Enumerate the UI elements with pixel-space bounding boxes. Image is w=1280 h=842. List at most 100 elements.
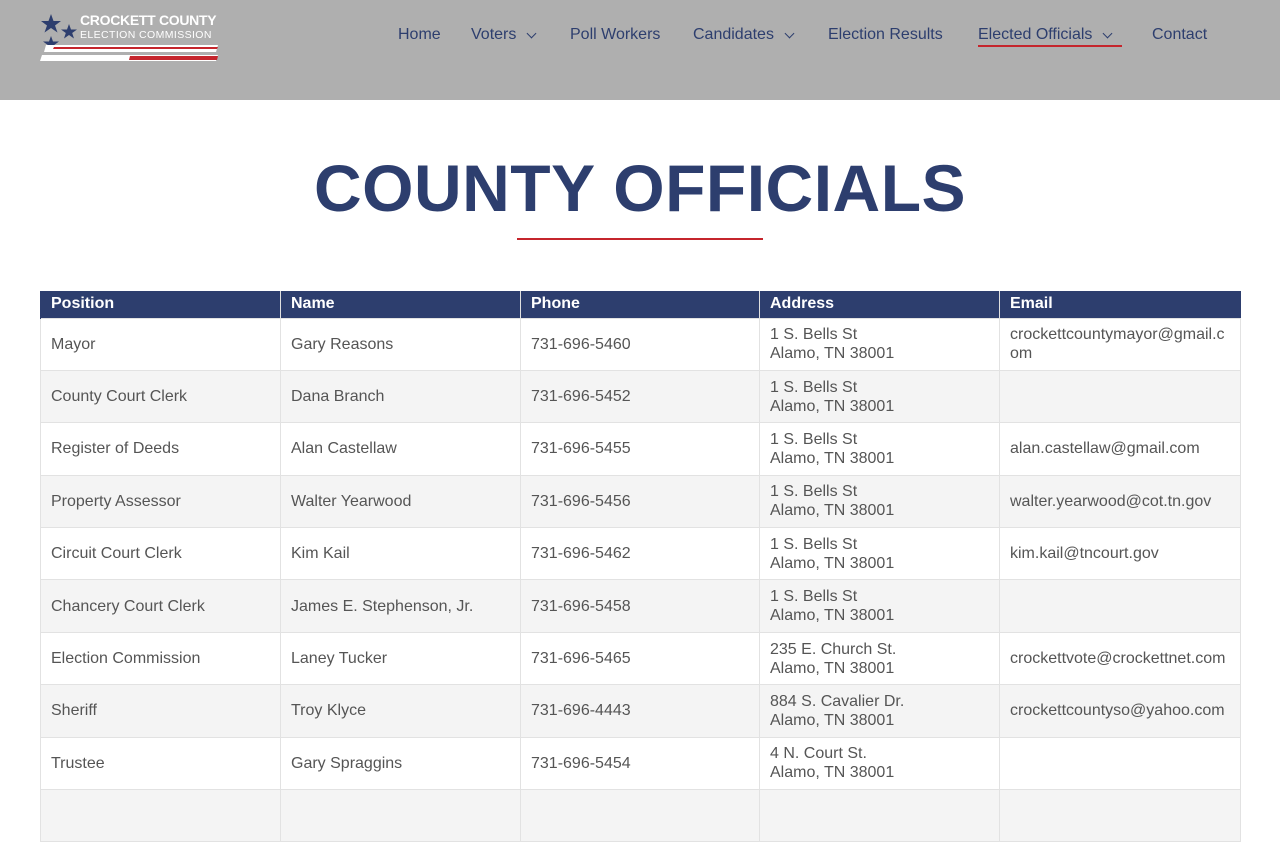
cell-name: Alan Castellaw <box>280 422 521 476</box>
cell-position: Chancery Court Clerk <box>40 579 281 633</box>
cell-phone: 731-696-5454 <box>520 736 760 791</box>
column-header-position: Position <box>40 291 281 318</box>
cell-position: Circuit Court Clerk <box>40 527 281 581</box>
table-header-row: Position Name Phone Address Email <box>40 291 1241 318</box>
table-row: Chancery Court Clerk James E. Stephenson… <box>40 579 1241 633</box>
cell-name: Gary Spraggins <box>280 736 521 791</box>
nav-label: Voters <box>471 26 517 43</box>
nav-label: Poll Workers <box>570 26 661 43</box>
address-city: Alamo, TN 38001 <box>770 449 895 467</box>
nav-candidates[interactable]: Candidates <box>693 22 795 48</box>
cell-position: Mayor <box>40 317 281 371</box>
table-row: Election Commission Laney Tucker 731-696… <box>40 631 1241 686</box>
cell-email: crockettcountymayor@gmail.com <box>999 317 1241 371</box>
nav-election-results[interactable]: Election Results <box>828 22 943 48</box>
cell-address: 1 S. Bells St Alamo, TN 38001 <box>759 317 1000 371</box>
address-street: 1 S. Bells St <box>770 483 858 501</box>
address-city: Alamo, TN 38001 <box>770 345 895 363</box>
title-divider <box>517 238 763 240</box>
cell-address: 1 S. Bells St Alamo, TN 38001 <box>759 369 1000 424</box>
cell-position: Property Assessor <box>40 474 281 529</box>
cell-name <box>280 789 521 842</box>
cell-position <box>40 789 281 842</box>
nav-label: Elected Officials <box>978 26 1093 43</box>
address-street: 1 S. Bells St <box>770 588 858 606</box>
cell-address: 4 N. Court St. Alamo, TN 38001 <box>759 736 1000 791</box>
address-city: Alamo, TN 38001 <box>770 711 895 729</box>
cell-phone: 731-696-5458 <box>520 579 760 633</box>
officials-table: Position Name Phone Address Email Mayor … <box>40 291 1241 842</box>
cell-email <box>999 736 1241 791</box>
cell-phone: 731-696-5465 <box>520 631 760 686</box>
cell-email <box>999 789 1241 842</box>
address-city: Alamo, TN 38001 <box>770 764 895 782</box>
table-row: Trustee Gary Spraggins 731-696-5454 4 N.… <box>40 736 1241 791</box>
cell-address: 235 E. Church St. Alamo, TN 38001 <box>759 631 1000 686</box>
address-street: 4 N. Court St. <box>770 745 867 763</box>
cell-email <box>999 369 1241 424</box>
site-header: CROCKETT COUNTY ELECTION COMMISSION Home… <box>0 0 1280 100</box>
page-title: COUNTY OFFICIALS <box>313 151 967 225</box>
cell-email: crockettcountyso@yahoo.com <box>999 684 1241 738</box>
nav-home[interactable]: Home <box>398 22 441 48</box>
address-street: 1 S. Bells St <box>770 430 858 448</box>
cell-phone: 731-696-5462 <box>520 527 760 581</box>
address-city: Alamo, TN 38001 <box>770 502 895 520</box>
table-row: Property Assessor Walter Yearwood 731-69… <box>40 474 1241 529</box>
cell-email: kim.kail@tncourt.gov <box>999 527 1241 581</box>
address-street: 1 S. Bells St <box>770 326 858 344</box>
column-header-phone: Phone <box>520 291 760 318</box>
nav-label: Election Results <box>828 26 943 43</box>
cell-name: Gary Reasons <box>280 317 521 371</box>
nav-label: Contact <box>1152 26 1208 43</box>
cell-position: Election Commission <box>40 631 281 686</box>
cell-name: James E. Stephenson, Jr. <box>280 579 521 633</box>
cell-address: 1 S. Bells St Alamo, TN 38001 <box>759 579 1000 633</box>
cell-phone <box>520 789 760 842</box>
cell-phone: 731-696-4443 <box>520 684 760 738</box>
address-city: Alamo, TN 38001 <box>770 397 895 415</box>
column-header-address: Address <box>759 291 1000 318</box>
address-street: 1 S. Bells St <box>770 535 858 553</box>
cell-phone: 731-696-5460 <box>520 317 760 371</box>
table-row: Mayor Gary Reasons 731-696-5460 1 S. Bel… <box>40 317 1241 371</box>
address-street: 235 E. Church St. <box>770 640 897 658</box>
table-row <box>40 789 1241 842</box>
address-city: Alamo, TN 38001 <box>770 607 895 625</box>
nav-label: Home <box>398 26 441 43</box>
cell-email: crockettvote@crockettnet.com <box>999 631 1241 686</box>
nav-label: Candidates <box>693 26 774 43</box>
address-street: 1 S. Bells St <box>770 378 858 396</box>
table-row: Sheriff Troy Klyce 731-696-4443 884 S. C… <box>40 684 1241 738</box>
table-row: County Court Clerk Dana Branch 731-696-5… <box>40 369 1241 424</box>
chevron-down-icon <box>784 28 795 38</box>
cell-position: Sheriff <box>40 684 281 738</box>
cell-address: 1 S. Bells St Alamo, TN 38001 <box>759 474 1000 529</box>
column-header-email: Email <box>999 291 1241 318</box>
address-city: Alamo, TN 38001 <box>770 554 895 572</box>
address-city: Alamo, TN 38001 <box>770 659 895 677</box>
cell-phone: 731-696-5452 <box>520 369 760 424</box>
cell-address <box>759 789 1000 842</box>
cell-phone: 731-696-5455 <box>520 422 760 476</box>
cell-address: 1 S. Bells St Alamo, TN 38001 <box>759 422 1000 476</box>
cell-email <box>999 579 1241 633</box>
cell-name: Troy Klyce <box>280 684 521 738</box>
table-row: Circuit Court Clerk Kim Kail 731-696-546… <box>40 527 1241 581</box>
cell-name: Walter Yearwood <box>280 474 521 529</box>
cell-email: walter.yearwood@cot.tn.gov <box>999 474 1241 529</box>
address-street: 884 S. Cavalier Dr. <box>770 692 905 710</box>
nav-active-underline <box>978 45 1122 47</box>
table-row: Register of Deeds Alan Castellaw 731-696… <box>40 422 1241 476</box>
nav-voters[interactable]: Voters <box>471 22 537 48</box>
nav-poll-workers[interactable]: Poll Workers <box>570 22 660 48</box>
cell-address: 1 S. Bells St Alamo, TN 38001 <box>759 527 1000 581</box>
cell-position: County Court Clerk <box>40 369 281 424</box>
nav-contact[interactable]: Contact <box>1152 22 1207 48</box>
cell-email: alan.castellaw@gmail.com <box>999 422 1241 476</box>
chevron-down-icon <box>526 28 537 38</box>
cell-phone: 731-696-5456 <box>520 474 760 529</box>
chevron-down-icon <box>1102 28 1113 38</box>
cell-name: Kim Kail <box>280 527 521 581</box>
cell-address: 884 S. Cavalier Dr. Alamo, TN 38001 <box>759 684 1000 738</box>
